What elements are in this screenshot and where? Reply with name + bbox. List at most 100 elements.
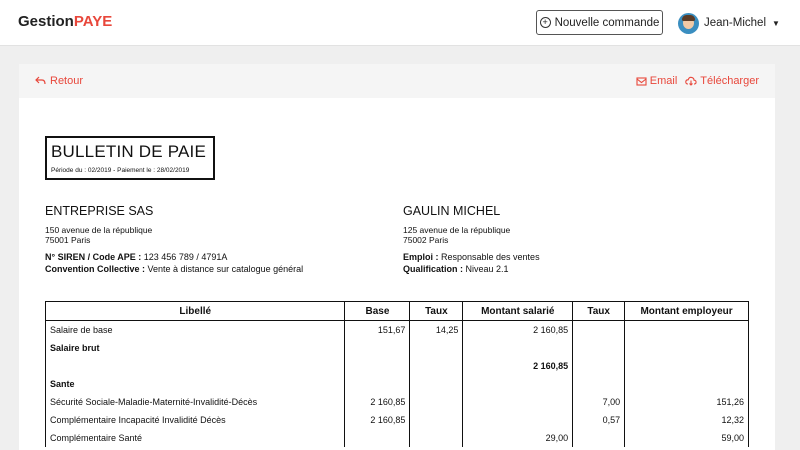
top-navbar: GestionPAYE + Nouvelle commande Jean-Mic…: [0, 0, 800, 46]
qualification-value: Niveau 2.1: [463, 264, 509, 274]
back-link[interactable]: Retour: [35, 75, 83, 87]
cell-montant-employeur: 59,00: [624, 428, 749, 447]
new-order-button[interactable]: + Nouvelle commande: [536, 10, 663, 35]
cell-montant-salarie: 2 160,85: [462, 320, 574, 339]
column-header-taux-employeur: Taux: [572, 301, 626, 321]
avatar: [678, 12, 699, 34]
cell-label: Complémentaire Santé: [44, 428, 346, 447]
cell-montant-employeur: [624, 356, 749, 375]
cell-taux-employeur: [572, 428, 626, 447]
employee-address-line2: 75002 Paris: [403, 235, 449, 245]
download-label: Télécharger: [700, 75, 759, 87]
convention-label: Convention Collective :: [45, 264, 146, 274]
cell-montant-salarie: 2 160,85: [462, 356, 574, 375]
cell-montant-salarie: [462, 374, 574, 393]
employer-convention: Convention Collective : Vente à distance…: [45, 263, 303, 275]
cell-base: 151,67: [344, 320, 411, 339]
bulletin-title-box: BULLETIN DE PAIE Période du : 02/2019 - …: [45, 136, 215, 180]
cell-taux-employeur: [572, 320, 626, 339]
table-row: Salaire brut: [44, 338, 749, 357]
new-order-label: Nouvelle commande: [554, 16, 660, 29]
page-title: BULLETIN DE PAIE: [51, 142, 206, 161]
employer-address-line1: 150 avenue de la république: [45, 225, 153, 235]
cell-label: Complémentaire Incapacité Invalidité Déc…: [44, 410, 346, 429]
table-header-row: Libellé Base Taux Montant salarié Taux M…: [44, 301, 749, 321]
cell-taux: [409, 338, 464, 357]
cell-taux-employeur: [572, 356, 626, 375]
employer-name: ENTREPRISE SAS: [45, 204, 154, 218]
plus-circle-icon: +: [539, 17, 551, 28]
cell-base: 2 160,85: [344, 410, 411, 429]
job-value: Responsable des ventes: [438, 252, 540, 262]
cell-label: Salaire brut: [44, 338, 346, 357]
chevron-down-icon: ▼: [772, 18, 780, 28]
cell-base: [344, 356, 411, 375]
column-header-base: Base: [344, 301, 411, 321]
employer-siren: N° SIREN / Code APE : 123 456 789 / 4791…: [45, 251, 303, 263]
cell-taux: [409, 356, 464, 375]
cell-taux-employeur: [572, 374, 626, 393]
cell-taux: 14,25: [409, 320, 464, 339]
cell-taux-employeur: 0,57: [572, 410, 626, 429]
cell-montant-employeur: 12,32: [624, 410, 749, 429]
table-row: 2 160,85: [44, 356, 749, 375]
cell-taux: [409, 392, 464, 411]
payslip-card: Retour Email Télécharger BULLETIN DE PAI…: [19, 64, 775, 450]
cell-base: [344, 428, 411, 447]
user-menu[interactable]: Jean-Michel ▼: [678, 11, 780, 35]
cell-taux-employeur: [572, 338, 626, 357]
cell-label: Sécurité Sociale-Maladie-Maternité-Inval…: [44, 392, 346, 411]
job-label: Emploi :: [403, 252, 439, 262]
envelope-icon: [636, 77, 647, 86]
cell-montant-employeur: [624, 320, 749, 339]
pay-period: Période du : 02/2019 - Paiement le : 28/…: [51, 167, 190, 174]
back-label: Retour: [50, 75, 84, 87]
cell-label: Salaire de base: [44, 320, 346, 339]
logo-accent-text: PAYE: [73, 13, 113, 30]
employee-name: GAULIN MICHEL: [403, 204, 501, 218]
reply-icon: [35, 76, 46, 85]
cell-label: [44, 356, 346, 375]
cell-label: Sante: [44, 374, 346, 393]
table-row: Complémentaire Incapacité Invalidité Déc…: [44, 410, 749, 429]
cell-base: 2 160,85: [344, 392, 411, 411]
employee-address-line1: 125 avenue de la république: [403, 225, 511, 235]
cell-base: [344, 338, 411, 357]
cell-taux: [409, 410, 464, 429]
column-header-montant-employeur: Montant employeur: [624, 301, 749, 321]
siren-value: 123 456 789 / 4791A: [141, 252, 228, 262]
avatar-hair: [682, 14, 695, 21]
cell-montant-salarie: [462, 410, 574, 429]
table-row: Complémentaire Santé 29,00 59,00: [44, 428, 749, 447]
cell-taux: [409, 428, 464, 447]
employee-qualification: Qualification : Niveau 2.1: [403, 263, 540, 275]
email-button[interactable]: Email: [636, 75, 678, 87]
employee-job: Emploi : Responsable des ventes: [403, 251, 540, 263]
cell-montant-salarie: [462, 338, 574, 357]
logo-text: Gestion: [18, 13, 74, 30]
column-header-libelle: Libellé: [44, 301, 346, 321]
siren-label: N° SIREN / Code APE :: [45, 252, 142, 262]
cell-montant-employeur: [624, 374, 749, 393]
employer-info: ENTREPRISE SAS 150 avenue de la républiq…: [45, 204, 303, 275]
convention-value: Vente à distance sur catalogue général: [145, 264, 304, 274]
cloud-download-icon: [685, 76, 697, 86]
employee-info: GAULIN MICHEL 125 avenue de la républiqu…: [403, 204, 540, 275]
employer-address-line2: 75001 Paris: [45, 235, 91, 245]
cell-montant-employeur: [624, 338, 749, 357]
cell-montant-employeur: 151,26: [624, 392, 749, 411]
card-header: Retour Email Télécharger: [19, 64, 775, 98]
email-label: Email: [649, 75, 678, 87]
download-button[interactable]: Télécharger: [685, 75, 759, 87]
cell-montant-salarie: 29,00: [462, 428, 574, 447]
app-logo[interactable]: GestionPAYE: [18, 13, 112, 30]
cell-taux-employeur: 7,00: [572, 392, 626, 411]
cell-base: [344, 374, 411, 393]
column-header-montant-salarie: Montant salarié: [462, 301, 574, 321]
payslip-table: Libellé Base Taux Montant salarié Taux M…: [44, 301, 749, 447]
cell-taux: [409, 374, 464, 393]
cell-montant-salarie: [462, 392, 574, 411]
user-name: Jean-Michel: [704, 17, 766, 29]
column-header-taux: Taux: [409, 301, 464, 321]
card-actions: Email Télécharger: [636, 75, 759, 87]
